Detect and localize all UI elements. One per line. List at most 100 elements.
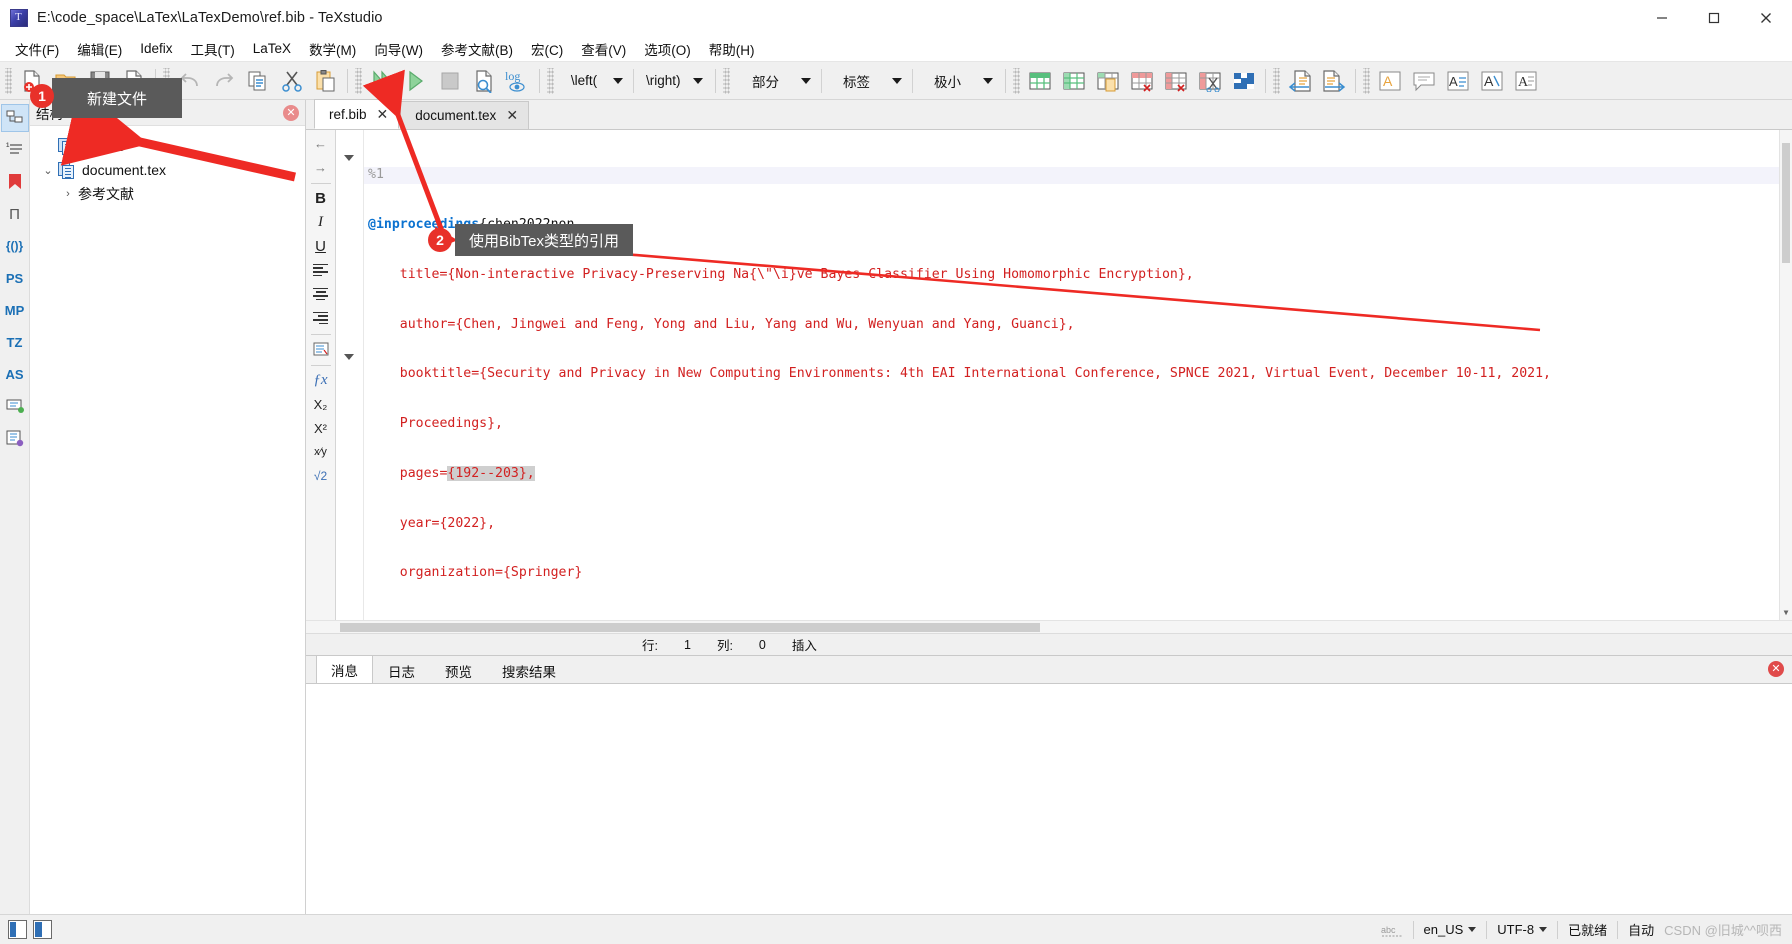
next-change-icon[interactable] <box>1317 64 1351 98</box>
superscript-button[interactable]: X² <box>308 417 334 439</box>
table-add-column-icon[interactable] <box>1057 64 1091 98</box>
symbols-brackets-icon[interactable]: {()} <box>1 232 29 260</box>
scrollbar-thumb[interactable] <box>1782 143 1790 263</box>
sqrt-button[interactable]: √2 <box>308 465 334 487</box>
view-log-icon[interactable]: log <box>501 64 535 98</box>
editor-gutter[interactable] <box>336 130 364 620</box>
paste-icon[interactable] <box>309 64 343 98</box>
msgtab-preview[interactable]: 预览 <box>430 657 487 683</box>
table-format-icon[interactable] <box>1227 64 1261 98</box>
toggle-output-panel[interactable] <box>33 920 52 939</box>
menu-wizards[interactable]: 向导(W) <box>365 36 432 62</box>
twisty-icon[interactable]: › <box>58 188 78 200</box>
toolbar-grip-8[interactable] <box>1362 67 1370 94</box>
spellcheck-icon[interactable]: A <box>1441 64 1475 98</box>
minimize-button[interactable] <box>1636 0 1688 36</box>
text-highlight-icon[interactable]: A <box>1373 64 1407 98</box>
close-icon[interactable]: ✕ <box>506 107 518 124</box>
align-left-button[interactable] <box>308 259 334 281</box>
chevron-down-icon[interactable] <box>1539 927 1548 932</box>
tree-item-refbib[interactable]: ref.bib <box>30 134 305 158</box>
encoding-selector[interactable]: UTF-8 <box>1487 922 1557 937</box>
menu-macros[interactable]: 宏(C) <box>522 36 572 62</box>
comment-icon[interactable] <box>1407 64 1441 98</box>
stop-icon[interactable] <box>433 64 467 98</box>
toolbar-grip-3[interactable] <box>355 67 362 94</box>
language-selector[interactable]: en_US <box>1414 922 1487 937</box>
math-function-button[interactable]: ƒx <box>308 369 334 391</box>
nav-prev-icon[interactable]: ← <box>308 132 334 154</box>
menu-tools[interactable]: 工具(T) <box>182 36 244 62</box>
symbols-ps-icon[interactable]: PS <box>1 264 29 292</box>
run-icon[interactable] <box>399 64 433 98</box>
nav-next-icon[interactable]: → <box>308 156 334 178</box>
menu-help[interactable]: 帮助(H) <box>700 36 764 62</box>
msgtab-messages[interactable]: 消息 <box>316 655 373 683</box>
text-style-icon[interactable]: A <box>1509 64 1543 98</box>
bookmark-list-icon[interactable]: 1 <box>1 136 29 164</box>
view-pdf-icon[interactable] <box>467 64 501 98</box>
chevron-down-icon[interactable] <box>1468 927 1477 932</box>
toolbar-grip-7[interactable] <box>1272 67 1280 94</box>
close-icon[interactable]: ✕ <box>283 104 299 121</box>
menu-bibliography[interactable]: 参考文献(B) <box>432 36 522 62</box>
bookmark-icon[interactable] <box>1 168 29 196</box>
twisty-icon[interactable]: ⌄ <box>38 164 58 177</box>
align-center-button[interactable] <box>308 283 334 305</box>
label-combo[interactable]: 标签 <box>823 67 910 94</box>
font-color-icon[interactable]: A <box>1475 64 1509 98</box>
editor-vertical-scrollbar[interactable]: ▲ ▼ <box>1779 130 1792 620</box>
tree-item-bibliography[interactable]: › 参考文献 <box>30 182 305 206</box>
chevron-down-icon[interactable] <box>982 77 993 84</box>
align-right-button[interactable] <box>308 307 334 329</box>
copy-icon[interactable] <box>241 64 275 98</box>
hscrollbar-thumb[interactable] <box>340 622 1040 632</box>
underline-button[interactable]: U <box>308 235 334 257</box>
table-delete-row-icon[interactable] <box>1125 64 1159 98</box>
fold-marker-icon[interactable] <box>344 155 354 161</box>
tab-refbib[interactable]: ref.bib ✕ <box>314 99 400 129</box>
left-bracket-combo[interactable]: \left( <box>557 67 631 94</box>
toolbar-grip-4[interactable] <box>547 67 554 94</box>
symbols-tz-icon[interactable]: TZ <box>1 328 29 356</box>
chevron-down-icon[interactable] <box>613 77 623 84</box>
chevron-down-icon[interactable] <box>800 77 811 84</box>
table-delete-column-icon[interactable] <box>1159 64 1193 98</box>
close-button[interactable] <box>1740 0 1792 36</box>
table-cut-icon[interactable] <box>1193 64 1227 98</box>
cut-icon[interactable] <box>275 64 309 98</box>
symbols-mp-icon[interactable]: MP <box>1 296 29 324</box>
presentation-icon[interactable] <box>1 392 29 420</box>
code-editor[interactable]: %1 @inproceedings{chen2022non, title={No… <box>364 130 1792 620</box>
fontsize-combo[interactable]: 极小 <box>914 67 1001 94</box>
symbols-as-icon[interactable]: AS <box>1 360 29 388</box>
menu-view[interactable]: 查看(V) <box>572 36 635 62</box>
table-insert-icon[interactable] <box>1023 64 1057 98</box>
maximize-button[interactable] <box>1688 0 1740 36</box>
previous-change-icon[interactable] <box>1283 64 1317 98</box>
bold-button[interactable]: B <box>308 187 334 209</box>
pdf-preview-icon[interactable] <box>1 424 29 452</box>
tree-item-documenttex[interactable]: ⌄ document.tex <box>30 158 305 182</box>
section-combo[interactable]: 部分 <box>732 67 819 94</box>
structure-view-icon[interactable] <box>0 104 29 132</box>
fraction-button[interactable]: x⁄y <box>308 441 334 463</box>
insert-block-button[interactable] <box>308 338 334 360</box>
subscript-button[interactable]: X₂ <box>308 393 334 415</box>
menu-latex[interactable]: LaTeX <box>244 38 300 59</box>
toolbar-grip-6[interactable] <box>1012 67 1020 94</box>
build-and-view-icon[interactable] <box>365 64 399 98</box>
chevron-down-icon[interactable] <box>891 77 902 84</box>
menu-edit[interactable]: 编辑(E) <box>68 36 131 62</box>
close-icon[interactable]: ✕ <box>377 106 389 123</box>
right-bracket-combo[interactable]: \right) <box>636 67 711 94</box>
tab-documenttex[interactable]: document.tex ✕ <box>400 101 530 129</box>
toolbar-grip-5[interactable] <box>722 67 730 94</box>
redo-icon[interactable] <box>207 64 241 98</box>
menu-idefix[interactable]: Idefix <box>131 38 181 59</box>
editor-horizontal-scrollbar[interactable] <box>306 620 1792 633</box>
toolbar-grip[interactable] <box>5 67 12 94</box>
close-icon[interactable]: ✕ <box>1768 661 1784 677</box>
chevron-down-icon[interactable] <box>692 77 703 84</box>
fold-marker-icon[interactable] <box>344 354 354 360</box>
